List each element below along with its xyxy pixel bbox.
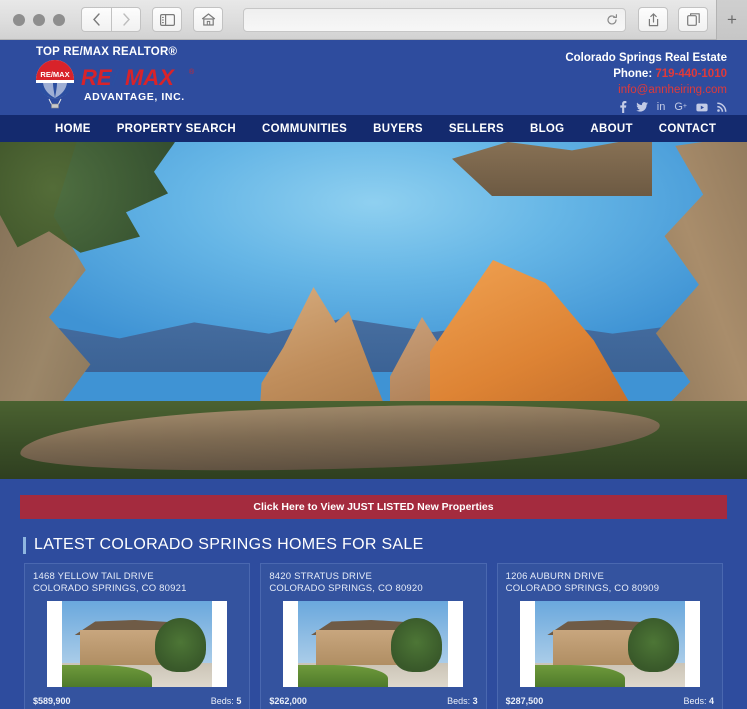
listing-card[interactable]: 1468 YELLOW TAIL DRIVE COLORADO SPRINGS,… — [24, 563, 251, 709]
logo-subtitle: ADVANTAGE, INC. — [84, 91, 185, 103]
listing-city: COLORADO SPRINGS, CO 80920 — [269, 583, 423, 594]
listing-details: $589,900 Sq. Ft.: 4,424 Beds: 5 Baths: 4 — [33, 695, 241, 709]
listing-beds: Beds: 5 — [210, 696, 242, 706]
remax-balloon-icon: RE/MAX — [33, 59, 77, 109]
home-button[interactable] — [193, 7, 223, 32]
section-header: LATEST COLORADO SPRINGS HOMES FOR SALE — [23, 536, 747, 554]
header-contact: Colorado Springs Real Estate Phone: 719-… — [565, 46, 727, 115]
chevron-left-icon — [93, 13, 100, 26]
listing-photo-image — [534, 601, 685, 687]
sidebar-toggle-button[interactable] — [152, 7, 182, 32]
phone-row[interactable]: Phone: 719-440-1010 — [565, 66, 727, 82]
back-button[interactable] — [81, 7, 111, 32]
nav-item-communities[interactable]: COMMUNITIES — [249, 123, 360, 135]
just-listed-banner[interactable]: Click Here to View JUST LISTED New Prope… — [20, 495, 727, 519]
listing-photo[interactable] — [283, 601, 464, 687]
listing-card[interactable]: 8420 STRATUS DRIVE COLORADO SPRINGS, CO … — [260, 563, 487, 709]
nav-item-contact[interactable]: CONTACT — [646, 123, 729, 135]
svg-text:RE/MAX: RE/MAX — [40, 70, 69, 79]
listing-photo[interactable] — [519, 601, 700, 687]
listing-grid: 1468 YELLOW TAIL DRIVE COLORADO SPRINGS,… — [0, 563, 747, 709]
home-icon — [201, 13, 215, 26]
listing-details: $262,000 Sq. Ft.: 1,754 Beds: 3 Baths: 3 — [269, 695, 477, 709]
toolbar-right-buttons[interactable] — [638, 7, 716, 32]
show-tabs-button[interactable] — [678, 7, 708, 32]
market-label: Colorado Springs Real Estate — [565, 52, 727, 64]
sidebar-icon — [159, 13, 175, 26]
listing-details: $287,500 Sq. Ft.: 2,620 Beds: 4 Baths: 4 — [506, 695, 714, 709]
nav-item-home[interactable]: HOME — [42, 123, 104, 135]
zoom-window-button[interactable] — [53, 13, 65, 26]
listing-price: $589,900 — [33, 696, 71, 706]
nav-item-sellers[interactable]: SELLERS — [436, 123, 517, 135]
listing-card[interactable]: 1206 AUBURN DRIVE COLORADO SPRINGS, CO 8… — [496, 563, 723, 709]
remax-wordmark: RE / MAX ® ADVANTAGE, INC. — [81, 59, 211, 103]
listing-price: $262,000 — [269, 696, 307, 706]
minimize-window-button[interactable] — [33, 13, 45, 26]
page-title: LATEST COLORADO SPRINGS HOMES FOR SALE — [34, 536, 424, 553]
nav-buttons[interactable] — [81, 7, 141, 32]
social-links[interactable]: in G + — [565, 101, 727, 113]
remax-text-icon: RE / MAX ® — [81, 66, 195, 90]
forward-button[interactable] — [111, 7, 141, 32]
listing-photo-image — [298, 601, 449, 687]
window-traffic-lights[interactable] — [0, 13, 65, 26]
brand-area[interactable]: TOP RE/MAX REALTOR® RE/MAX RE / MAX ® AD… — [33, 46, 211, 115]
listing-beds: Beds: 4 — [683, 696, 714, 706]
twitter-icon[interactable] — [636, 101, 648, 113]
tabs-icon — [686, 13, 700, 26]
chevron-right-icon — [122, 13, 130, 26]
share-button[interactable] — [638, 7, 668, 32]
nav-item-property-search[interactable]: PROPERTY SEARCH — [104, 123, 249, 135]
top-tagline: TOP RE/MAX REALTOR® — [36, 46, 178, 58]
svg-text:/: / — [111, 66, 121, 90]
googleplus-icon[interactable]: G + — [674, 101, 687, 113]
share-icon — [648, 12, 658, 26]
listing-address: 1206 AUBURN DRIVE — [505, 571, 605, 582]
address-bar[interactable] — [243, 7, 626, 32]
nav-item-about[interactable]: ABOUT — [577, 123, 645, 135]
svg-text:RE: RE — [81, 66, 113, 90]
listing-photo[interactable] — [47, 601, 228, 687]
listing-city: COLORADO SPRINGS, CO 80921 — [33, 583, 187, 594]
svg-text:MAX: MAX — [125, 66, 175, 90]
main-navigation[interactable]: HOME PROPERTY SEARCH COMMUNITIES BUYERS … — [0, 115, 747, 142]
section-accent-bar — [23, 536, 26, 554]
listing-price: $287,500 — [505, 696, 544, 706]
new-tab-button[interactable]: + — [716, 0, 747, 40]
listing-address: 1468 YELLOW TAIL DRIVE — [33, 571, 154, 582]
hero-banner: Location Enter City, Area, Zip or School… — [0, 142, 747, 479]
close-window-button[interactable] — [13, 13, 25, 26]
reload-icon[interactable] — [606, 13, 618, 26]
nav-item-blog[interactable]: BLOG — [517, 123, 577, 135]
listing-photo-image — [62, 601, 213, 687]
new-tab-label: + — [727, 9, 737, 29]
linkedin-icon[interactable]: in — [657, 101, 666, 113]
facebook-icon[interactable] — [619, 101, 627, 113]
nav-item-buyers[interactable]: BUYERS — [360, 123, 436, 135]
svg-text:®: ® — [189, 68, 195, 76]
listing-address: 8420 STRATUS DRIVE — [269, 571, 373, 582]
listing-city: COLORADO SPRINGS, CO 80909 — [505, 583, 660, 594]
listing-beds: Beds: 3 — [447, 696, 478, 706]
rss-icon[interactable] — [717, 101, 727, 113]
youtube-icon[interactable] — [696, 101, 708, 113]
browser-toolbar: + — [0, 0, 747, 40]
webpage: TOP RE/MAX REALTOR® RE/MAX RE / MAX ® AD… — [0, 40, 747, 709]
site-header: TOP RE/MAX REALTOR® RE/MAX RE / MAX ® AD… — [0, 40, 747, 115]
email-link[interactable]: info@annheiring.com — [565, 82, 727, 98]
phone-label: Phone: — [613, 68, 653, 80]
site-logo[interactable]: RE/MAX RE / MAX ® ADVANTAGE, INC. — [33, 59, 211, 109]
phone-number[interactable]: 719-440-1010 — [655, 68, 727, 80]
